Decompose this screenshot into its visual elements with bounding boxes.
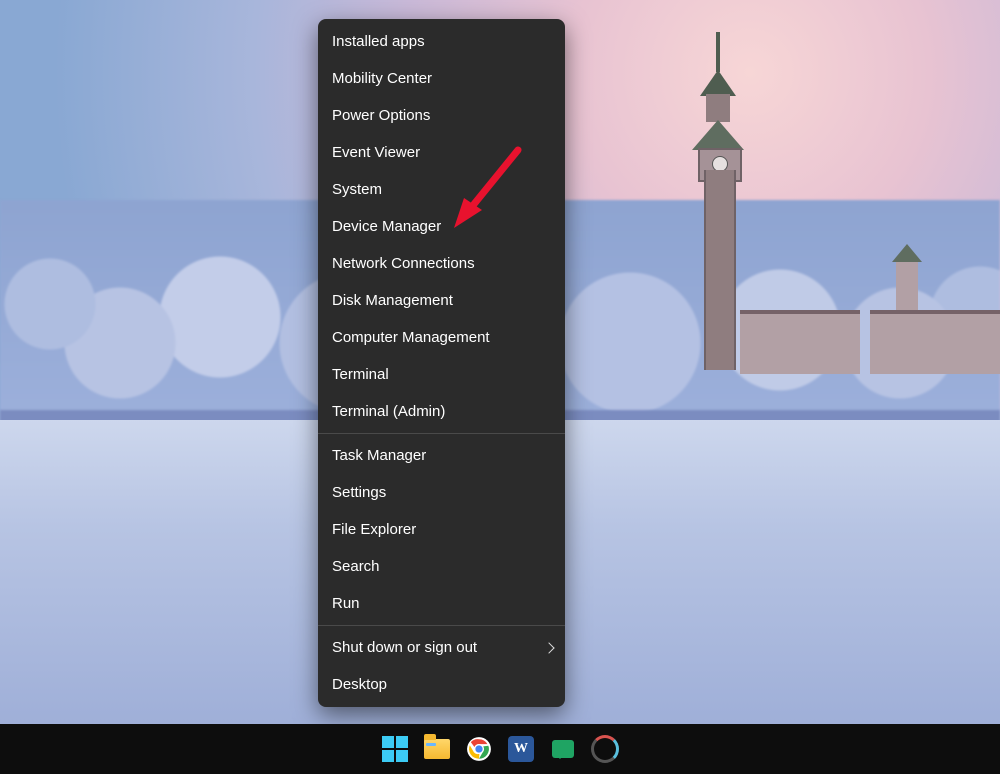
chat-icon xyxy=(552,740,574,758)
wallpaper-tower xyxy=(694,50,742,350)
start-button[interactable] xyxy=(381,735,409,763)
taskbar: W xyxy=(0,724,1000,774)
menu-item-mobility-center[interactable]: Mobility Center xyxy=(318,60,565,97)
windows-logo-icon xyxy=(382,736,408,762)
taskbar-file-explorer[interactable] xyxy=(423,735,451,763)
wallpaper-building xyxy=(960,310,1000,374)
wallpaper-building xyxy=(870,310,960,374)
taskbar-chrome[interactable] xyxy=(465,735,493,763)
menu-item-label: Shut down or sign out xyxy=(332,639,477,656)
menu-item-run[interactable]: Run xyxy=(318,585,565,622)
menu-item-computer-management[interactable]: Computer Management xyxy=(318,319,565,356)
circle-app-icon xyxy=(591,735,619,763)
menu-item-terminal[interactable]: Terminal xyxy=(318,356,565,393)
menu-item-disk-management[interactable]: Disk Management xyxy=(318,282,565,319)
chevron-right-icon xyxy=(543,642,554,653)
folder-icon xyxy=(424,739,450,759)
taskbar-word[interactable]: W xyxy=(507,735,535,763)
taskbar-app[interactable] xyxy=(591,735,619,763)
menu-item-desktop[interactable]: Desktop xyxy=(318,666,565,703)
menu-item-terminal-admin[interactable]: Terminal (Admin) xyxy=(318,393,565,430)
menu-item-settings[interactable]: Settings xyxy=(318,474,565,511)
menu-item-shutdown[interactable]: Shut down or sign out xyxy=(318,629,565,666)
desktop-wallpaper[interactable]: Installed apps Mobility Center Power Opt… xyxy=(0,0,1000,724)
word-icon: W xyxy=(508,736,534,762)
menu-separator xyxy=(318,625,565,626)
taskbar-chat[interactable] xyxy=(549,735,577,763)
menu-item-installed-apps[interactable]: Installed apps xyxy=(318,23,565,60)
menu-item-search[interactable]: Search xyxy=(318,548,565,585)
menu-item-event-viewer[interactable]: Event Viewer xyxy=(318,134,565,171)
menu-item-power-options[interactable]: Power Options xyxy=(318,97,565,134)
winx-context-menu: Installed apps Mobility Center Power Opt… xyxy=(318,19,565,707)
chrome-icon xyxy=(466,736,492,762)
menu-separator xyxy=(318,433,565,434)
menu-item-network-connections[interactable]: Network Connections xyxy=(318,245,565,282)
menu-item-system[interactable]: System xyxy=(318,171,565,208)
wallpaper-building xyxy=(740,310,860,374)
menu-item-device-manager[interactable]: Device Manager xyxy=(318,208,565,245)
menu-item-file-explorer[interactable]: File Explorer xyxy=(318,511,565,548)
menu-item-task-manager[interactable]: Task Manager xyxy=(318,437,565,474)
